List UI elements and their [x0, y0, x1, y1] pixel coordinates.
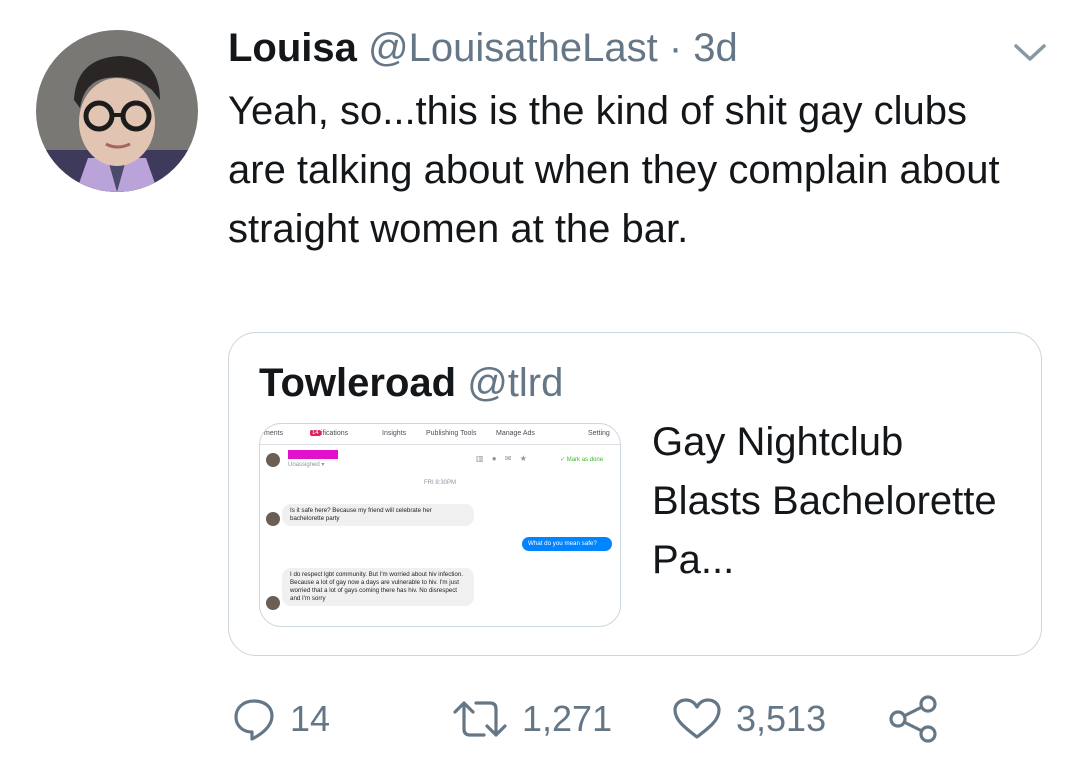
quoted-link-title: Gay Nightclub Blasts Bachelorette Pa...: [652, 420, 997, 582]
media-tab: Publishing Tools: [426, 430, 477, 437]
message-action-icons: ▥ ● ✉ ★: [476, 454, 530, 463]
media-tab: ments: [264, 430, 284, 437]
quoted-media-screenshot[interactable]: ments Notifications 14 Insights Publishi…: [259, 423, 621, 627]
quoted-tweet-card[interactable]: Towleroad @tlrd ments Notifications 14 I…: [228, 332, 1042, 656]
media-tab: Setting: [588, 430, 610, 437]
author-handle[interactable]: @LouisatheLast: [368, 26, 658, 70]
avatar-image: [36, 30, 198, 192]
sender-avatar: [266, 596, 280, 610]
header-separator: ·: [668, 26, 683, 70]
retweet-count: 1,271: [522, 698, 613, 739]
message-bubble-outgoing: What do you mean safe?: [522, 537, 612, 551]
tweet-text: Yeah, so...this is the kind of shit gay …: [228, 89, 1000, 251]
tweet-header: Louisa @LouisatheLast · 3d: [228, 24, 738, 72]
quoted-author-handle: @tlrd: [467, 361, 564, 405]
share-button[interactable]: [888, 690, 940, 748]
notifications-badge: 14: [310, 430, 321, 436]
reply-button[interactable]: 14: [232, 690, 330, 748]
author-name[interactable]: Louisa: [228, 26, 357, 70]
message-date: FRI 8:30PM: [423, 480, 456, 486]
quoted-author-name: Towleroad: [259, 361, 457, 405]
sender-avatar: [266, 512, 280, 526]
message-bubble-incoming: I do respect lgbt community. But I'm wor…: [282, 568, 474, 606]
like-icon: [673, 698, 721, 739]
unassigned-label: Unassigned ▾: [288, 462, 325, 468]
mark-done-label: ✓ Mark as done: [560, 457, 604, 463]
sender-avatar: [266, 453, 280, 467]
like-button[interactable]: 3,513: [672, 690, 826, 748]
quoted-tweet-header: Towleroad @tlrd: [259, 359, 563, 407]
tweet-timestamp[interactable]: 3d: [693, 26, 738, 70]
media-tab-bar: ments Notifications 14 Insights Publishi…: [264, 430, 610, 437]
reply-icon: [234, 699, 274, 741]
media-tab: Manage Ads: [496, 430, 535, 437]
media-divider: [260, 444, 620, 445]
retweet-icon: [453, 701, 507, 737]
chevron-down-icon[interactable]: [1012, 38, 1048, 66]
message-bubble-incoming: Is it safe here? Because my friend will …: [282, 504, 474, 526]
share-icon: [889, 695, 937, 743]
redacted-name: [288, 450, 338, 459]
like-count: 3,513: [736, 698, 827, 739]
media-tab: Insights: [382, 430, 407, 437]
retweet-button[interactable]: 1,271: [452, 690, 612, 748]
reply-count: 14: [290, 698, 331, 739]
tweet-action-bar: 14 1,271 3,513: [0, 690, 1080, 750]
author-avatar[interactable]: [36, 30, 198, 192]
